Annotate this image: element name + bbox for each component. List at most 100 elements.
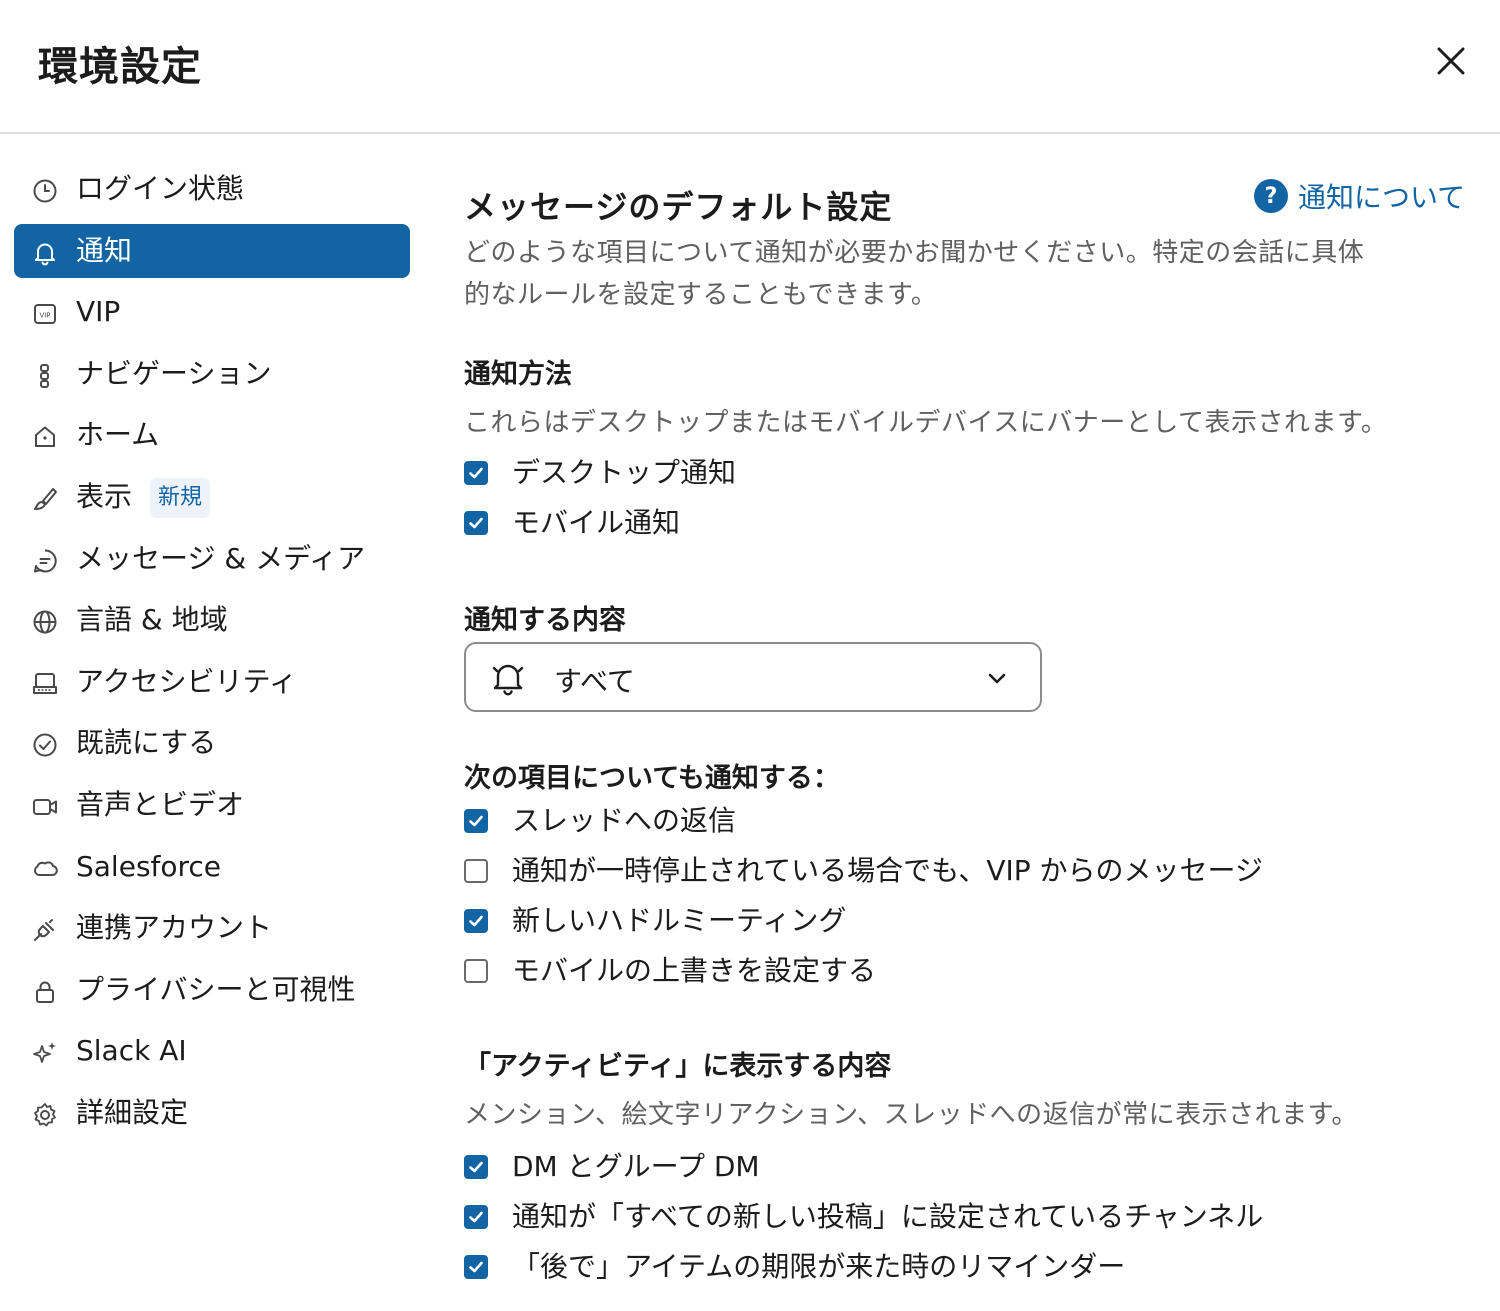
checkbox[interactable] [464, 909, 488, 933]
keyboard-icon [30, 669, 60, 699]
checkbox-label: モバイル通知 [512, 506, 681, 539]
help-icon: ? [1254, 179, 1288, 213]
page-description-line: どのような項目について通知が必要かお聞かせください。特定の会話に具体 [464, 238, 1365, 268]
checkbox[interactable] [464, 461, 488, 485]
checkbox[interactable] [464, 1155, 488, 1179]
close-icon [1437, 47, 1465, 75]
sidebar-item-label: プライバシーと可視性 [76, 972, 356, 1006]
svg-text:VIP: VIP [39, 312, 50, 320]
sidebar-item-privacy-visibility[interactable]: プライバシーと可視性 [14, 963, 410, 1017]
sidebar-item-label: ホーム [76, 418, 160, 452]
checkbox-new-huddles[interactable]: 新しいハドルミーティング [464, 904, 846, 938]
close-button[interactable] [1430, 40, 1472, 82]
section-title-activity: 「アクティビティ」に表示する内容 [464, 1051, 892, 1082]
check-icon [469, 517, 483, 529]
checkbox[interactable] [464, 959, 488, 983]
check-icon [469, 1161, 483, 1173]
dialog-title: 環境設定 [38, 44, 202, 90]
sidebar-item-vip[interactable]: VIP VIP [14, 285, 410, 339]
sidebar-item-label: ログイン状態 [76, 172, 245, 205]
help-link[interactable]: ? 通知について [1254, 176, 1465, 216]
checkbox-later-reminders[interactable]: 「後で」アイテムの期限が来た時のリマインダー [464, 1250, 1125, 1284]
sidebar-item-label: 既読にする [76, 726, 217, 760]
page-title: メッセージのデフォルト設定 [464, 188, 893, 226]
checkbox[interactable] [464, 809, 488, 833]
sidebar-item-label: ナビゲーション [76, 356, 272, 390]
checkbox-desktop-notifications[interactable]: デスクトップ通知 [464, 456, 736, 490]
check-icon [469, 915, 483, 927]
check-icon [469, 1211, 483, 1223]
checkbox-mobile-override[interactable]: モバイルの上書きを設定する [464, 954, 876, 988]
sidebar-item-label: VIP [76, 295, 121, 329]
sidebar-item-mark-as-read[interactable]: 既読にする [14, 716, 410, 770]
lock-icon [30, 977, 60, 1007]
bell-icon [492, 664, 524, 696]
checkbox-mobile-notifications[interactable]: モバイル通知 [464, 506, 680, 540]
check-circle-icon [30, 730, 60, 760]
sidebar-item-connected-accounts[interactable]: 連携アカウント [14, 901, 410, 955]
sidebar-item-home[interactable]: ホーム [14, 408, 410, 462]
checkbox-dm-group-dm[interactable]: DM とグループ DM [464, 1150, 760, 1184]
checkbox-label: スレッドへの返信 [512, 804, 737, 837]
navigation-icon [30, 361, 60, 391]
notify-content-select[interactable]: すべて [464, 642, 1042, 712]
sidebar-item-label: 通知 [76, 233, 133, 267]
clock-icon [30, 176, 60, 206]
checkbox[interactable] [464, 859, 488, 883]
bell-icon [30, 238, 60, 268]
sidebar-item-label: 詳細設定 [76, 1095, 189, 1129]
check-icon [469, 1261, 483, 1273]
select-value: すべて [554, 665, 635, 698]
sidebar-item-label: 音声とビデオ [76, 787, 245, 821]
checkbox-label: 通知が「すべての新しい投稿」に設定されているチャンネル [512, 1200, 1264, 1233]
settings-sidebar: ログイン状態 通知 VIP VIP ナビゲーション ホーム 表示 新規 メッセー… [14, 162, 410, 1148]
page-description: どのような項目について通知が必要かお聞かせください。特定の会話に具体 的なルール… [464, 232, 1364, 316]
checkbox[interactable] [464, 1205, 488, 1229]
checkbox[interactable] [464, 1255, 488, 1279]
sidebar-item-label: 表示 [76, 479, 133, 513]
section-description-activity: メンション、絵文字リアクション、スレッドへの返信が常に表示されます。 [464, 1100, 1358, 1130]
sidebar-item-notifications[interactable]: 通知 [14, 223, 410, 278]
sidebar-item-messages-media[interactable]: メッセージ & メディア [14, 532, 410, 586]
sidebar-item-language-region[interactable]: 言語 & 地域 [14, 593, 410, 647]
new-badge: 新規 [150, 477, 211, 518]
checkbox-label: 通知が一時停止されている場合でも、VIP からのメッセージ [512, 854, 1263, 887]
chevron-down-icon [988, 673, 1006, 684]
section-description-method: これらはデスクトップまたはモバイルデバイスにバナーとして表示されます。 [464, 408, 1388, 438]
vip-icon: VIP [30, 299, 60, 329]
sidebar-item-label: Salesforce [76, 849, 222, 883]
checkbox-thread-replies[interactable]: スレッドへの返信 [464, 804, 736, 838]
section-title-also: 次の項目についても通知する： [464, 763, 840, 794]
sidebar-item-navigation[interactable]: ナビゲーション [14, 347, 410, 401]
checkbox[interactable] [464, 511, 488, 535]
section-title-method: 通知方法 [464, 359, 572, 390]
sidebar-item-slack-ai[interactable]: Slack AI [14, 1024, 410, 1078]
video-icon [30, 792, 60, 822]
sidebar-item-label: 言語 & 地域 [76, 603, 228, 637]
sidebar-item-salesforce[interactable]: Salesforce [14, 840, 410, 894]
checkbox-label: 「後で」アイテムの期限が来た時のリマインダー [512, 1250, 1126, 1283]
section-title-content: 通知する内容 [464, 605, 626, 636]
sidebar-item-login-status[interactable]: ログイン状態 [14, 162, 410, 216]
sidebar-item-accessibility[interactable]: アクセシビリティ [14, 655, 410, 709]
checkbox-label: デスクトップ通知 [512, 456, 737, 489]
checkbox-label: モバイルの上書きを設定する [512, 954, 877, 987]
sparkle-icon [30, 1038, 60, 1068]
sidebar-item-display[interactable]: 表示 新規 [14, 470, 410, 524]
home-icon [30, 422, 60, 452]
checkbox-all-posts-channels[interactable]: 通知が「すべての新しい投稿」に設定されているチャンネル [464, 1200, 1263, 1234]
sidebar-item-label: アクセシビリティ [76, 664, 297, 698]
checkbox-label: DM とグループ DM [512, 1150, 760, 1183]
help-link-label: 通知について [1298, 181, 1466, 214]
plug-icon [30, 915, 60, 945]
sidebar-item-label: 連携アカウント [76, 911, 273, 945]
sidebar-item-advanced[interactable]: 詳細設定 [14, 1086, 410, 1140]
sidebar-item-audio-video[interactable]: 音声とビデオ [14, 778, 410, 832]
globe-icon [30, 607, 60, 637]
checkbox-vip-when-paused[interactable]: 通知が一時停止されている場合でも、VIP からのメッセージ [464, 854, 1263, 888]
page-description-line: 的なルールを設定することもできます。 [464, 280, 938, 310]
dialog-header: 環境設定 [0, 0, 1500, 134]
checkbox-label: 新しいハドルミーティング [512, 904, 847, 937]
check-icon [469, 815, 483, 827]
sidebar-item-label: Slack AI [76, 1034, 187, 1068]
